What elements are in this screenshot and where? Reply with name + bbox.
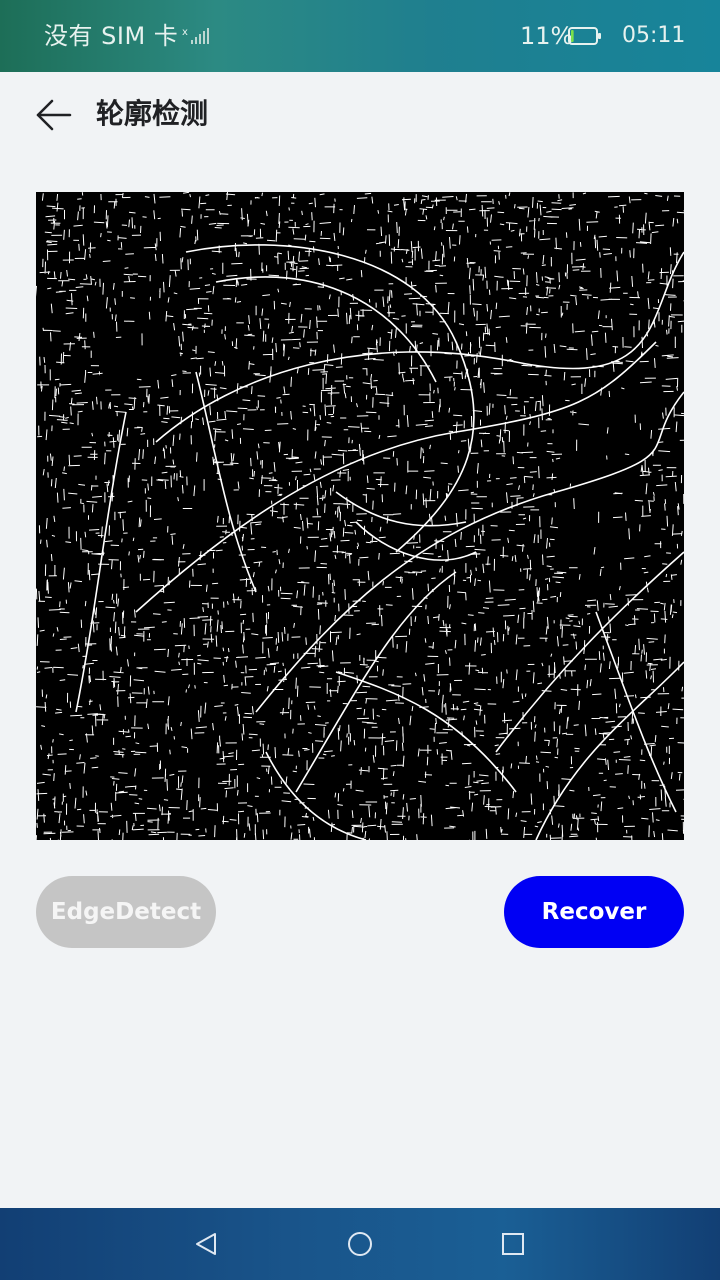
back-triangle-icon[interactable] bbox=[188, 1226, 224, 1262]
clock: 05:11 bbox=[622, 23, 686, 48]
battery-percent: 11% bbox=[520, 22, 574, 50]
carrier-text: 没有 SIM 卡 bbox=[44, 22, 179, 50]
page-title: 轮廓检测 bbox=[96, 97, 209, 130]
edge-image-canvas bbox=[36, 192, 684, 840]
back-button[interactable] bbox=[28, 92, 80, 138]
svg-text:x: x bbox=[182, 27, 188, 38]
recents-square-icon[interactable] bbox=[495, 1226, 531, 1262]
navigation-bar bbox=[0, 1208, 720, 1280]
screen: 没有 SIM 卡 x 11% 05:11 轮廓检测 EdgeDetect Rec… bbox=[0, 0, 720, 1280]
header: 轮廓检测 bbox=[0, 72, 720, 158]
arrow-left-icon bbox=[36, 99, 72, 131]
signal-icon: x bbox=[182, 27, 209, 44]
edge-detected-image bbox=[36, 192, 684, 840]
recover-button[interactable]: Recover bbox=[504, 876, 684, 948]
battery-icon bbox=[568, 27, 601, 45]
edge-detect-button[interactable]: EdgeDetect bbox=[36, 876, 216, 948]
home-circle-icon[interactable] bbox=[342, 1226, 378, 1262]
status-bar: 没有 SIM 卡 x 11% 05:11 bbox=[0, 0, 720, 72]
